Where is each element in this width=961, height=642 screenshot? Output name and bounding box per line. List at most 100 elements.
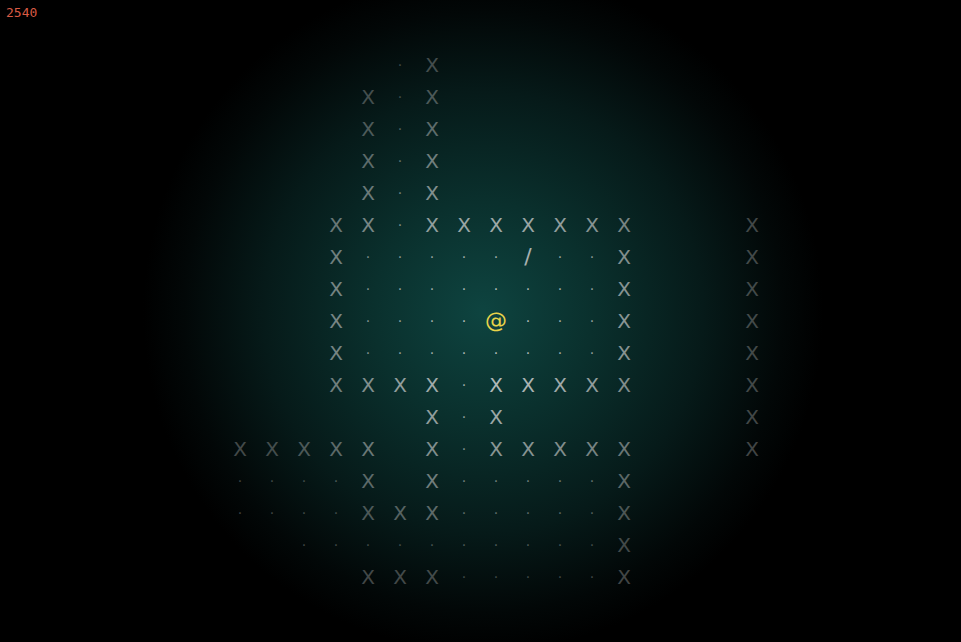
empty-tile bbox=[256, 145, 288, 177]
floor-tile: · bbox=[480, 273, 512, 305]
empty-tile bbox=[704, 145, 736, 177]
floor-tile: · bbox=[448, 465, 480, 497]
wall-tile: X bbox=[320, 433, 352, 465]
wall-tile: X bbox=[352, 433, 384, 465]
empty-tile bbox=[608, 145, 640, 177]
wall-tile: X bbox=[384, 369, 416, 401]
floor-tile: · bbox=[384, 529, 416, 561]
empty-tile bbox=[544, 81, 576, 113]
floor-tile: · bbox=[512, 561, 544, 593]
floor-tile: · bbox=[480, 241, 512, 273]
floor-tile: · bbox=[512, 465, 544, 497]
empty-tile bbox=[736, 497, 768, 529]
empty-tile bbox=[480, 81, 512, 113]
floor-tile: · bbox=[384, 177, 416, 209]
empty-tile bbox=[608, 49, 640, 81]
floor-tile: · bbox=[576, 273, 608, 305]
empty-tile bbox=[544, 145, 576, 177]
empty-tile bbox=[640, 465, 672, 497]
empty-tile bbox=[608, 81, 640, 113]
empty-tile bbox=[672, 177, 704, 209]
wall-tile: X bbox=[416, 113, 448, 145]
wall-tile: X bbox=[544, 433, 576, 465]
empty-tile bbox=[704, 273, 736, 305]
floor-tile: · bbox=[384, 209, 416, 241]
wall-tile: X bbox=[608, 529, 640, 561]
empty-tile bbox=[288, 401, 320, 433]
empty-tile bbox=[704, 401, 736, 433]
empty-tile bbox=[224, 209, 256, 241]
map-row: ····XXX·····X bbox=[224, 497, 961, 529]
empty-tile bbox=[704, 497, 736, 529]
floor-tile: · bbox=[288, 529, 320, 561]
empty-tile bbox=[224, 337, 256, 369]
empty-tile bbox=[672, 433, 704, 465]
wall-tile: X bbox=[736, 433, 768, 465]
floor-tile: · bbox=[544, 305, 576, 337]
empty-tile bbox=[576, 113, 608, 145]
floor-tile: · bbox=[512, 529, 544, 561]
empty-tile bbox=[672, 497, 704, 529]
floor-tile: · bbox=[512, 337, 544, 369]
wall-tile: X bbox=[352, 113, 384, 145]
floor-tile: · bbox=[448, 241, 480, 273]
empty-tile bbox=[288, 273, 320, 305]
empty-tile bbox=[576, 49, 608, 81]
floor-tile: · bbox=[480, 529, 512, 561]
empty-tile bbox=[672, 465, 704, 497]
floor-tile: · bbox=[576, 337, 608, 369]
empty-tile bbox=[640, 369, 672, 401]
empty-tile bbox=[480, 177, 512, 209]
wall-tile: X bbox=[384, 561, 416, 593]
empty-tile bbox=[672, 241, 704, 273]
wall-tile: X bbox=[608, 465, 640, 497]
empty-tile bbox=[640, 273, 672, 305]
empty-tile bbox=[672, 337, 704, 369]
wall-tile: X bbox=[416, 401, 448, 433]
empty-tile bbox=[288, 145, 320, 177]
wall-tile: X bbox=[416, 177, 448, 209]
empty-tile bbox=[704, 529, 736, 561]
floor-tile: · bbox=[352, 529, 384, 561]
wall-tile: X bbox=[288, 433, 320, 465]
floor-tile: · bbox=[384, 337, 416, 369]
wall-tile: X bbox=[448, 209, 480, 241]
map-row: XXX·····X bbox=[224, 561, 961, 593]
empty-tile bbox=[448, 145, 480, 177]
empty-tile bbox=[384, 465, 416, 497]
empty-tile bbox=[320, 145, 352, 177]
empty-tile bbox=[480, 145, 512, 177]
empty-tile bbox=[512, 177, 544, 209]
empty-tile bbox=[256, 529, 288, 561]
map-row: XX·XXXXXXXX bbox=[224, 209, 961, 241]
wall-tile: X bbox=[480, 401, 512, 433]
floor-tile: · bbox=[480, 465, 512, 497]
wall-tile: X bbox=[608, 241, 640, 273]
floor-tile: · bbox=[512, 305, 544, 337]
empty-tile bbox=[480, 49, 512, 81]
wall-tile: X bbox=[736, 273, 768, 305]
floor-tile: · bbox=[384, 145, 416, 177]
empty-tile bbox=[736, 113, 768, 145]
empty-tile bbox=[544, 49, 576, 81]
empty-tile bbox=[704, 305, 736, 337]
empty-tile bbox=[320, 177, 352, 209]
map-row: ··········X bbox=[224, 529, 961, 561]
floor-tile: · bbox=[416, 529, 448, 561]
floor-tile: · bbox=[544, 273, 576, 305]
empty-tile bbox=[256, 401, 288, 433]
empty-tile bbox=[256, 305, 288, 337]
empty-tile bbox=[512, 401, 544, 433]
empty-tile bbox=[288, 81, 320, 113]
empty-tile bbox=[256, 177, 288, 209]
empty-tile bbox=[704, 177, 736, 209]
floor-tile: · bbox=[224, 497, 256, 529]
empty-tile bbox=[512, 81, 544, 113]
empty-tile bbox=[704, 465, 736, 497]
empty-tile bbox=[704, 369, 736, 401]
floor-tile: · bbox=[448, 337, 480, 369]
wall-tile: X bbox=[736, 369, 768, 401]
wall-tile: X bbox=[352, 145, 384, 177]
floor-tile: · bbox=[288, 497, 320, 529]
floor-tile: · bbox=[416, 305, 448, 337]
